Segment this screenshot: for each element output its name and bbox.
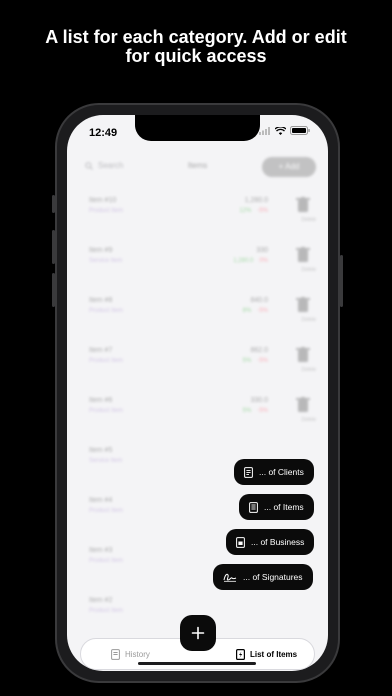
tag-discount: -5% bbox=[257, 208, 268, 214]
business-icon bbox=[236, 536, 245, 548]
status-icons bbox=[259, 126, 310, 135]
document-list-icon bbox=[249, 501, 258, 513]
tag-tax: 12% bbox=[239, 208, 252, 214]
item-price: 1,280.0 bbox=[244, 197, 268, 204]
item-price: 330 bbox=[256, 247, 268, 254]
menu-clients-label: ... of Clients bbox=[259, 467, 304, 477]
battery-icon bbox=[290, 126, 310, 135]
headline: A list for each category. Add or edit fo… bbox=[0, 28, 392, 66]
trash-icon[interactable] bbox=[296, 197, 310, 213]
item-tags: 5% -5% bbox=[243, 358, 268, 364]
list-item[interactable]: Item #8 Product Item 840.0 8% -5% Delete bbox=[67, 293, 328, 343]
menu-items-label: ... of Items bbox=[264, 502, 304, 512]
item-type: Product Item bbox=[89, 408, 124, 414]
item-name: Item #6 bbox=[89, 397, 113, 404]
signature-icon bbox=[223, 573, 237, 582]
mute-switch bbox=[52, 195, 55, 213]
menu-list-of-items[interactable]: ... of Items bbox=[239, 494, 314, 520]
item-name: Item #3 bbox=[89, 547, 113, 554]
item-type: Service Item bbox=[89, 458, 123, 464]
item-tags: 8% -5% bbox=[243, 308, 268, 314]
phone-frame: 12:49 Search Items + Add Item #10 Produc… bbox=[52, 103, 343, 683]
tab-list-of-items-label: List of Items bbox=[250, 649, 298, 659]
list-of-items-icon bbox=[236, 648, 245, 660]
tag-tax: 8% bbox=[242, 308, 252, 314]
tag-discount: -5% bbox=[257, 308, 268, 314]
volume-down-button bbox=[52, 273, 55, 307]
headline-line-2: for quick access bbox=[125, 46, 267, 66]
document-icon bbox=[244, 466, 253, 478]
trash-label: Delete bbox=[301, 217, 316, 223]
item-name: Item #5 bbox=[89, 447, 113, 454]
item-type: Product Item bbox=[89, 608, 124, 614]
list-item[interactable]: Item #10 Product Item 1,280.0 12% -5% Del… bbox=[67, 193, 328, 243]
tag-tax: 5% bbox=[242, 408, 252, 414]
trash-icon[interactable] bbox=[296, 397, 310, 413]
item-price: 330.0 bbox=[250, 397, 268, 404]
trash-icon[interactable] bbox=[296, 297, 310, 313]
add-item-button[interactable]: + Add bbox=[262, 157, 316, 177]
power-button bbox=[340, 255, 343, 307]
tag-tax: 5% bbox=[242, 358, 252, 364]
item-type: Product Item bbox=[89, 308, 124, 314]
menu-list-of-business[interactable]: ... of Business bbox=[226, 529, 315, 555]
signal-icon bbox=[259, 126, 270, 135]
item-name: Item #10 bbox=[89, 197, 117, 204]
tag-tax: 1,280.0 bbox=[233, 258, 254, 264]
tab-history-label: History bbox=[125, 649, 150, 659]
menu-list-of-signatures[interactable]: ... of Signatures bbox=[213, 564, 313, 590]
headline-line-1: A list for each category. Add or edit bbox=[45, 27, 347, 47]
item-tags: 5% -5% bbox=[243, 408, 268, 414]
menu-signatures-label: ... of Signatures bbox=[243, 572, 303, 582]
list-item[interactable]: Item #9 Service Item 330 1,280.0 0% Delet… bbox=[67, 243, 328, 293]
list-item[interactable]: Item #7 Product Item 862.0 5% -5% Delete bbox=[67, 343, 328, 393]
item-price: 840.0 bbox=[250, 297, 268, 304]
trash-label: Delete bbox=[301, 267, 316, 273]
item-type: Product Item bbox=[89, 358, 124, 364]
trash-icon[interactable] bbox=[296, 247, 310, 263]
tag-discount: -5% bbox=[257, 408, 268, 414]
tag-discount: 0% bbox=[259, 258, 268, 264]
item-name: Item #8 bbox=[89, 297, 113, 304]
item-tags: 1,280.0 0% bbox=[233, 258, 268, 264]
history-icon bbox=[111, 648, 120, 660]
item-price: 862.0 bbox=[250, 347, 268, 354]
trash-label: Delete bbox=[301, 367, 316, 373]
wifi-icon bbox=[275, 126, 286, 135]
trash-label: Delete bbox=[301, 417, 316, 423]
notch bbox=[135, 115, 260, 141]
item-type: Product Item bbox=[89, 558, 124, 564]
menu-business-label: ... of Business bbox=[251, 537, 305, 547]
tag-discount: -5% bbox=[257, 358, 268, 364]
app-navbar: Search Items + Add bbox=[67, 151, 328, 181]
home-indicator bbox=[138, 662, 256, 665]
trash-label: Delete bbox=[301, 317, 316, 323]
add-fab-button[interactable] bbox=[180, 615, 216, 651]
item-name: Item #2 bbox=[89, 597, 113, 604]
menu-list-of-clients[interactable]: ... of Clients bbox=[234, 459, 314, 485]
trash-icon[interactable] bbox=[296, 347, 310, 363]
item-type: Product Item bbox=[89, 508, 124, 514]
item-name: Item #4 bbox=[89, 497, 113, 504]
item-type: Product Item bbox=[89, 208, 124, 214]
item-type: Service Item bbox=[89, 258, 123, 264]
status-time: 12:49 bbox=[89, 127, 118, 139]
list-item[interactable]: Item #6 Product Item 330.0 5% -5% Delete bbox=[67, 393, 328, 443]
item-tags: 12% -5% bbox=[239, 208, 268, 214]
volume-up-button bbox=[52, 230, 55, 264]
plus-icon bbox=[191, 626, 205, 640]
item-name: Item #9 bbox=[89, 247, 113, 254]
item-name: Item #7 bbox=[89, 347, 113, 354]
phone-screen: 12:49 Search Items + Add Item #10 Produc… bbox=[67, 115, 328, 671]
